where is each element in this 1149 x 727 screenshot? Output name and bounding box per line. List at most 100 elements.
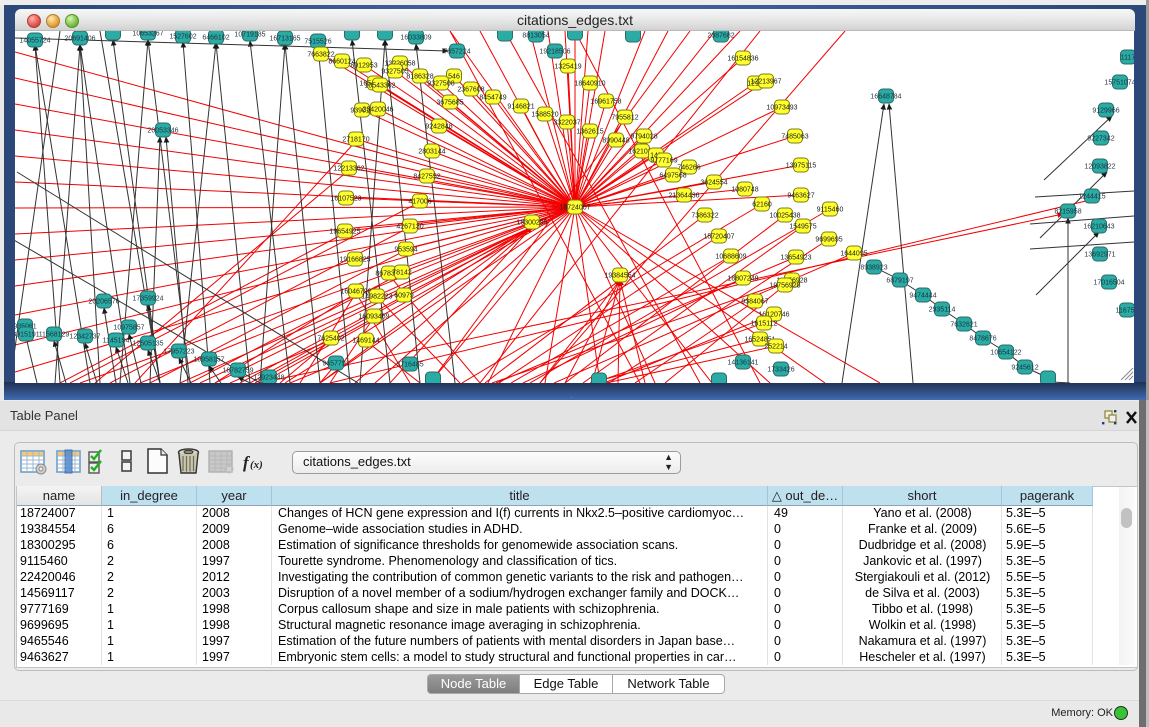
svg-text:9245612: 9245612 <box>1011 364 1038 371</box>
svg-text:12923448: 12923448 <box>253 374 284 381</box>
svg-text:17016504: 17016504 <box>1093 279 1124 286</box>
svg-text:20053346: 20053346 <box>147 127 178 134</box>
svg-text:10025438: 10025438 <box>769 212 800 219</box>
svg-text:62160: 62160 <box>752 201 772 208</box>
svg-text:16033809: 16033809 <box>400 34 431 41</box>
svg-text:953594: 953594 <box>394 246 417 253</box>
svg-text:10653267: 10653267 <box>132 31 163 37</box>
svg-text:9327505: 9327505 <box>381 68 408 75</box>
svg-text:746266: 746266 <box>677 164 700 171</box>
svg-text:7625402: 7625402 <box>317 335 344 342</box>
svg-text:16107523: 16107523 <box>330 195 361 202</box>
svg-text:6497568: 6497568 <box>659 172 686 179</box>
svg-text:10543362: 10543362 <box>364 82 395 89</box>
svg-text:1615112: 1615112 <box>751 320 778 327</box>
svg-text:18300295: 18300295 <box>516 219 547 226</box>
svg-text:78142: 78142 <box>392 269 412 276</box>
svg-text:1549575: 1549575 <box>789 223 816 230</box>
svg-text:7515526: 7515526 <box>304 38 331 45</box>
svg-text:9242848: 9242848 <box>425 123 452 130</box>
svg-text:12213362: 12213362 <box>333 165 364 172</box>
svg-text:9115460: 9115460 <box>817 206 844 213</box>
svg-text:20206576: 20206576 <box>88 298 119 305</box>
svg-text:546: 546 <box>448 73 460 80</box>
svg-text:16782759: 16782759 <box>222 367 253 374</box>
svg-text:1145194: 1145194 <box>103 337 130 344</box>
svg-text:9474444: 9474444 <box>909 292 936 299</box>
svg-text:12505135: 12505135 <box>132 340 163 347</box>
svg-text:9463627: 9463627 <box>787 192 814 199</box>
svg-text:21364436: 21364436 <box>668 192 699 199</box>
svg-text:2803144: 2803144 <box>418 148 445 155</box>
svg-text:9699695: 9699695 <box>815 236 842 243</box>
svg-text:11568129: 11568129 <box>39 331 70 338</box>
svg-text:19756928: 19756928 <box>769 282 800 289</box>
svg-text:116753: 116753 <box>1116 307 1134 314</box>
svg-text:16648784: 16648784 <box>870 93 901 100</box>
svg-text:8427552: 8427552 <box>413 173 440 180</box>
svg-text:20691406: 20691406 <box>64 35 95 42</box>
svg-text:8186328: 8186328 <box>406 73 433 80</box>
svg-text:9227342: 9227342 <box>1087 135 1114 142</box>
svg-text:6466102: 6466102 <box>202 34 229 41</box>
svg-text:23420046: 23420046 <box>362 106 393 113</box>
svg-text:10688609: 10688609 <box>715 253 746 260</box>
svg-text:15720407: 15720407 <box>703 233 734 240</box>
svg-text:8215958: 8215958 <box>1054 208 1081 215</box>
svg-text:1469144: 1469144 <box>352 337 379 344</box>
svg-text:3675685: 3675685 <box>436 99 463 106</box>
svg-text:15751074: 15751074 <box>1104 79 1134 86</box>
svg-text:7632621: 7632621 <box>950 321 977 328</box>
svg-text:14136141: 14136141 <box>727 359 758 366</box>
svg-text:16154836: 16154836 <box>727 55 758 62</box>
svg-text:10958157: 10958157 <box>193 356 224 363</box>
svg-text:14982223: 14982223 <box>361 293 392 300</box>
svg-text:8813054: 8813054 <box>522 32 549 39</box>
svg-text:8990448: 8990448 <box>602 137 629 144</box>
svg-text:17957223: 17957223 <box>163 348 194 355</box>
svg-text:3716485: 3716485 <box>396 361 423 368</box>
svg-text:9384067: 9384067 <box>741 298 768 305</box>
svg-text:2935114: 2935114 <box>929 306 956 313</box>
svg-text:10975857: 10975857 <box>113 324 144 331</box>
svg-text:4267130: 4267130 <box>396 223 423 230</box>
svg-text:13692971: 13692971 <box>1084 251 1115 258</box>
svg-text:9777169: 9777169 <box>650 157 677 164</box>
svg-text:8938923: 8938923 <box>860 264 887 271</box>
svg-text:9794028: 9794028 <box>630 133 657 140</box>
svg-text:13975115: 13975115 <box>786 162 817 169</box>
svg-text:1733426: 1733426 <box>767 366 794 373</box>
svg-text:3915191: 3915191 <box>15 331 40 338</box>
svg-text:16713165: 16713165 <box>269 35 300 42</box>
svg-text:19384554: 19384554 <box>604 272 635 279</box>
svg-text:2718170: 2718170 <box>342 136 369 143</box>
svg-text:16210643: 16210643 <box>1083 223 1114 230</box>
svg-text:(x): (x) <box>250 459 263 471</box>
svg-text:12093822: 12093822 <box>1084 163 1115 170</box>
svg-text:14055724: 14055724 <box>19 37 50 44</box>
svg-text:19218506: 19218506 <box>539 48 570 55</box>
svg-text:10973493: 10973493 <box>766 104 797 111</box>
svg-text:1080748: 1080748 <box>731 186 758 193</box>
svg-text:13654923: 13654923 <box>780 254 811 261</box>
svg-text:1588520: 1588520 <box>531 111 558 118</box>
svg-text:16093469: 16093469 <box>358 313 389 320</box>
svg-text:2087682: 2087682 <box>707 32 734 39</box>
svg-text:18807249: 18807249 <box>727 275 758 282</box>
svg-text:18640910: 18640910 <box>574 80 605 87</box>
svg-text:1117: 1117 <box>1121 54 1134 61</box>
svg-text:7857224: 7857224 <box>443 48 470 55</box>
svg-text:12213967: 12213967 <box>750 78 781 85</box>
svg-text:10654122: 10654122 <box>990 349 1021 356</box>
svg-text:1527602: 1527602 <box>169 33 196 40</box>
svg-text:3624554: 3624554 <box>700 179 727 186</box>
svg-text:17359924: 17359924 <box>132 295 163 302</box>
svg-text:8478676: 8478676 <box>969 335 996 342</box>
svg-text:8912953: 8912953 <box>350 62 377 69</box>
svg-text:16961758: 16961758 <box>590 98 621 105</box>
svg-text:7386322: 7386322 <box>691 212 718 219</box>
svg-text:1644095: 1644095 <box>840 250 867 257</box>
svg-text:3322037: 3322037 <box>553 119 580 126</box>
svg-text:417006: 417006 <box>408 198 431 205</box>
svg-text:19166825: 19166825 <box>339 256 370 263</box>
